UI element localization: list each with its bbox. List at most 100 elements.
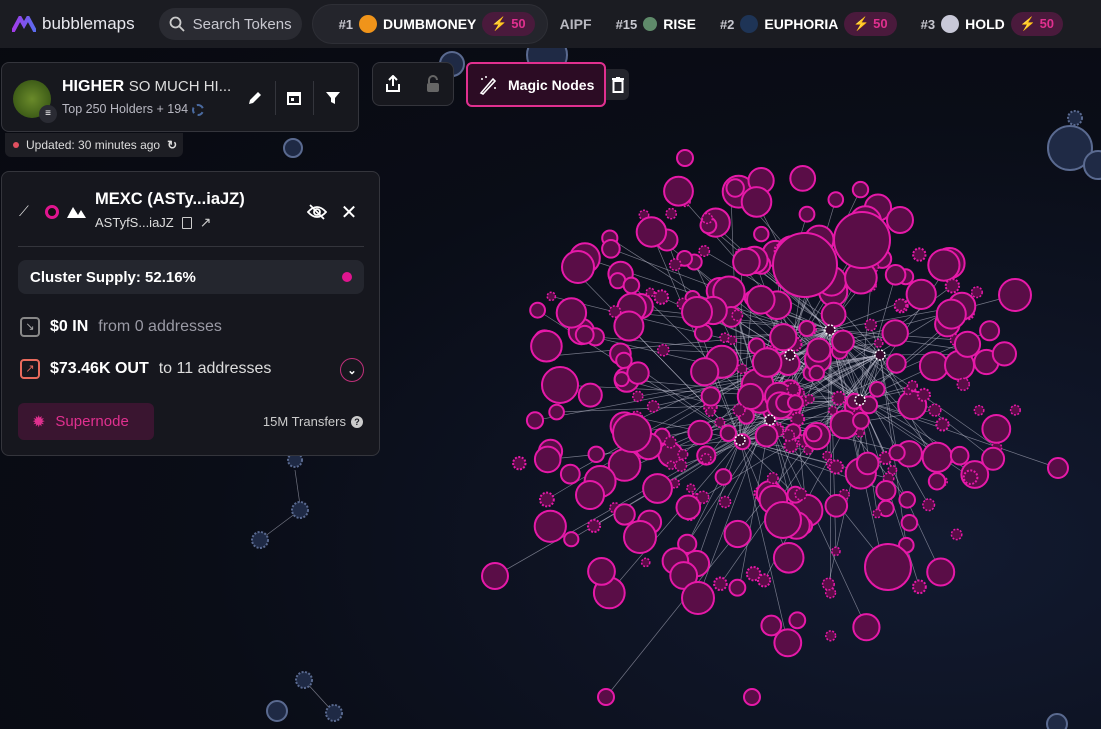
holder-bubble[interactable] xyxy=(764,501,802,539)
holder-bubble[interactable] xyxy=(753,225,770,243)
holder-bubble[interactable] xyxy=(676,149,694,167)
holder-bubble[interactable] xyxy=(921,441,953,473)
holder-bubble[interactable] xyxy=(746,285,776,315)
holder-bubble[interactable] xyxy=(653,289,670,305)
holder-bubble[interactable] xyxy=(981,414,1012,444)
holder-bubble[interactable] xyxy=(789,165,817,192)
holder-bubble[interactable] xyxy=(935,417,950,432)
holder-bubble[interactable] xyxy=(822,450,833,461)
refresh-icon[interactable]: ↻ xyxy=(167,138,177,152)
holder-bubble[interactable] xyxy=(794,487,808,501)
hub-bubble[interactable] xyxy=(734,434,746,446)
ticker-item-dumbmoney[interactable]: #1 DUMBMONEY ⚡ 50 xyxy=(311,4,548,44)
ticker-item-hold[interactable]: #3 HOLD ⚡ 50 xyxy=(909,4,1075,44)
holder-bubble[interactable] xyxy=(548,403,565,421)
holder-bubble[interactable] xyxy=(798,205,816,223)
holder-bubble[interactable] xyxy=(714,416,726,428)
holder-bubble[interactable] xyxy=(597,688,615,706)
hub-bubble[interactable] xyxy=(764,414,776,426)
holder-bubble[interactable] xyxy=(953,330,982,358)
holder-bubble[interactable] xyxy=(898,491,917,509)
holder-bubble[interactable] xyxy=(864,318,878,332)
holder-bubble[interactable] xyxy=(613,503,636,526)
search-input[interactable]: Search Tokens xyxy=(158,8,302,40)
holder-bubble[interactable] xyxy=(979,320,1001,342)
holder-bubble[interactable] xyxy=(973,404,985,416)
holder-bubble[interactable] xyxy=(831,546,841,557)
holder-bubble[interactable] xyxy=(912,247,927,262)
holder-bubble[interactable] xyxy=(666,460,676,471)
holder-bubble[interactable] xyxy=(991,341,1018,367)
holder-bubble[interactable] xyxy=(772,232,838,298)
holder-bubble[interactable] xyxy=(530,329,563,363)
holder-bubble[interactable] xyxy=(563,531,580,548)
holder-bubble[interactable] xyxy=(935,298,967,330)
holder-bubble[interactable] xyxy=(559,463,581,485)
delete-button[interactable] xyxy=(606,69,629,100)
holder-bubble[interactable] xyxy=(745,566,762,582)
holder-bubble[interactable] xyxy=(561,250,595,284)
holder-bubble[interactable] xyxy=(656,343,670,357)
holder-bubble[interactable] xyxy=(906,380,919,392)
holder-bubble[interactable] xyxy=(873,338,884,348)
holder-bubble[interactable] xyxy=(912,579,927,595)
holder-bubble[interactable] xyxy=(525,411,545,430)
holder-bubble[interactable] xyxy=(926,557,956,587)
holder-bubble[interactable] xyxy=(918,351,949,382)
holder-bubble[interactable] xyxy=(626,361,650,385)
holder-bubble[interactable] xyxy=(916,387,932,402)
holder-bubble[interactable] xyxy=(855,451,880,476)
holder-bubble[interactable] xyxy=(962,469,979,486)
ticker-item-rise[interactable]: #15 RISE xyxy=(604,4,708,44)
holder-bubble[interactable] xyxy=(1009,404,1021,416)
holder-bubble[interactable] xyxy=(622,276,641,295)
holder-bubble[interactable] xyxy=(786,382,801,396)
edit-button[interactable] xyxy=(242,85,268,111)
holder-bubble[interactable] xyxy=(928,403,942,417)
hub-bubble[interactable] xyxy=(784,349,796,361)
holder-bubble[interactable] xyxy=(575,480,605,510)
holder-bubble[interactable] xyxy=(645,287,656,298)
holder-bubble[interactable] xyxy=(806,337,832,363)
holder-bubble[interactable] xyxy=(732,247,761,277)
holder-bubble[interactable] xyxy=(681,296,713,328)
calendar-button[interactable] xyxy=(281,85,307,111)
holder-bubble[interactable] xyxy=(555,297,588,329)
copy-icon[interactable] xyxy=(181,216,192,229)
filter-button[interactable] xyxy=(320,85,346,111)
holder-bubble[interactable] xyxy=(905,278,937,310)
holder-bubble[interactable] xyxy=(728,578,747,597)
holder-bubble[interactable] xyxy=(574,324,595,345)
holder-bubble[interactable] xyxy=(827,191,845,208)
holder-bubble[interactable] xyxy=(886,353,907,374)
holder-bubble[interactable] xyxy=(888,444,906,462)
unclustered-bubble[interactable] xyxy=(1067,110,1083,126)
share-button[interactable] xyxy=(385,75,401,93)
holder-bubble[interactable] xyxy=(714,468,733,486)
holder-bubble[interactable] xyxy=(674,459,688,472)
holder-bubble[interactable] xyxy=(821,577,835,591)
help-icon[interactable]: ? xyxy=(351,415,363,428)
holder-bubble[interactable] xyxy=(884,264,907,286)
holder-bubble[interactable] xyxy=(981,446,1006,471)
holder-bubble[interactable] xyxy=(713,576,728,592)
holder-bubble[interactable] xyxy=(686,483,696,493)
holder-bubble[interactable] xyxy=(587,557,616,586)
holder-bubble[interactable] xyxy=(725,178,745,198)
holder-bubble[interactable] xyxy=(698,245,711,257)
holder-bubble[interactable] xyxy=(723,519,752,549)
holder-bubble[interactable] xyxy=(732,403,746,417)
holder-bubble[interactable] xyxy=(640,557,651,568)
holder-bubble[interactable] xyxy=(751,347,783,378)
holder-bubble[interactable] xyxy=(675,494,702,521)
holder-bubble[interactable] xyxy=(668,258,682,272)
unclustered-bubble[interactable] xyxy=(291,501,309,519)
holder-bubble[interactable] xyxy=(828,459,844,475)
holder-bubble[interactable] xyxy=(512,456,527,471)
hub-bubble[interactable] xyxy=(874,349,886,361)
holder-bubble[interactable] xyxy=(808,364,825,382)
holder-bubble[interactable] xyxy=(927,472,947,491)
expand-outflow-button[interactable]: ⌄ xyxy=(340,358,364,382)
unclustered-bubble[interactable] xyxy=(251,531,269,549)
holder-bubble[interactable] xyxy=(719,424,737,442)
